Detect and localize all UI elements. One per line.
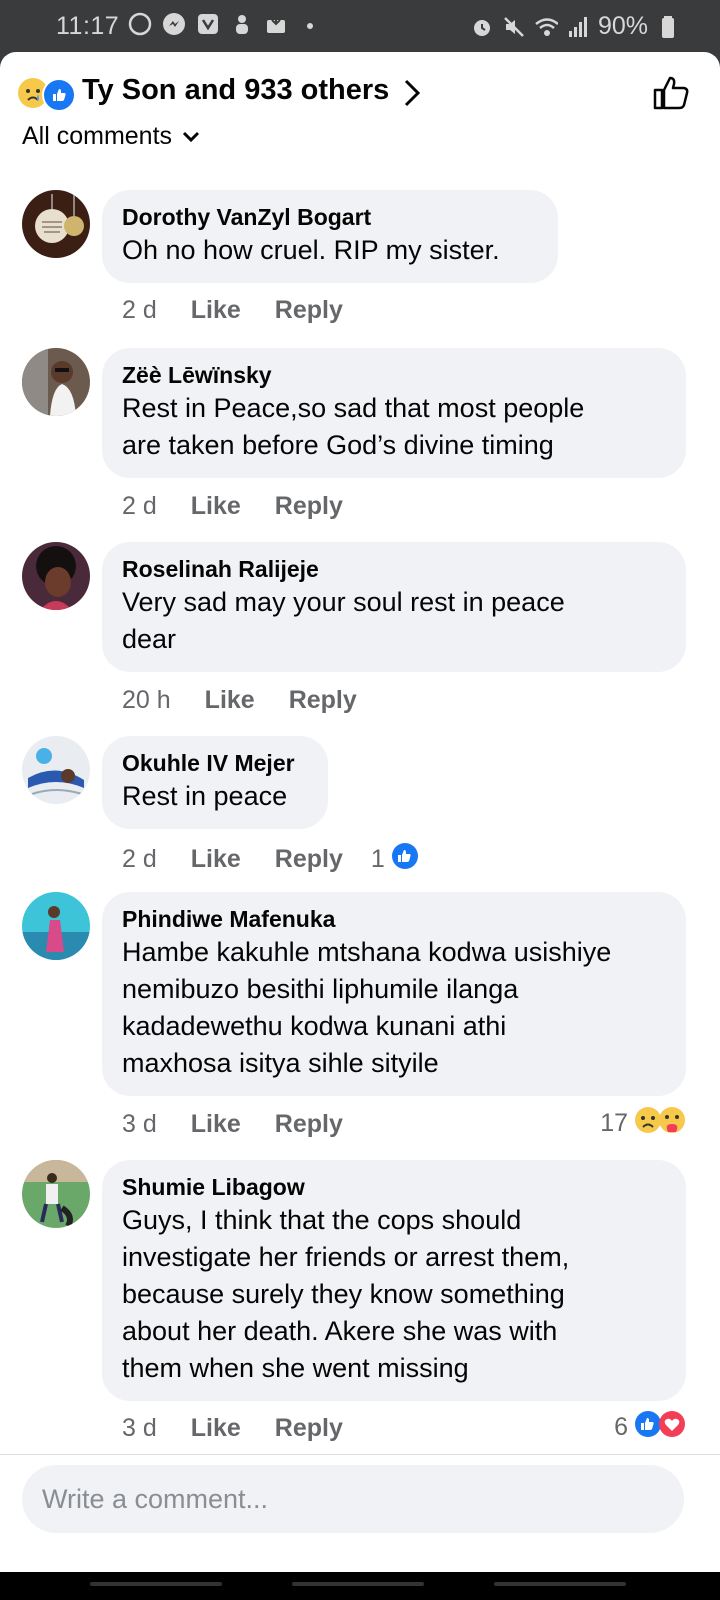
commenter-name[interactable]: Phindiwe Mafenuka <box>122 904 666 934</box>
like-reaction-icon <box>391 842 419 877</box>
comment-time[interactable]: 3 d <box>122 1414 157 1443</box>
like-button[interactable]: Like <box>191 1110 241 1139</box>
wifi-icon <box>534 15 558 39</box>
like-button[interactable]: Like <box>191 845 241 874</box>
like-button[interactable]: Like <box>191 296 241 325</box>
messenger-icon <box>162 12 186 36</box>
commenter-name[interactable]: Okuhle IV Mejer <box>122 748 308 778</box>
comment-bubble[interactable]: Roselinah Ralijeje Very sad may your sou… <box>102 542 686 672</box>
battery-icon <box>656 15 680 39</box>
whatsapp-icon <box>128 12 152 36</box>
reaction-count: 17 <box>600 1109 628 1137</box>
reply-button[interactable]: Reply <box>275 296 343 325</box>
comment-actions: 3 d Like Reply <box>122 1414 343 1443</box>
comment-bubble[interactable]: Dorothy VanZyl Bogart Oh no how cruel. R… <box>102 190 558 283</box>
avatar[interactable] <box>22 348 90 416</box>
comment-bubble[interactable]: Zëè Lēwïnsky Rest in Peace,so sad that m… <box>102 348 686 478</box>
reply-button[interactable]: Reply <box>275 845 343 874</box>
like-button[interactable]: Like <box>191 492 241 521</box>
status-time: 11:17 <box>56 12 120 40</box>
chevron-right-icon[interactable] <box>402 78 424 113</box>
system-indicators: 90% <box>470 12 680 41</box>
comment-bubble[interactable]: Phindiwe Mafenuka Hambe kakuhle mtshana … <box>102 892 686 1096</box>
dot-icon <box>298 12 322 36</box>
comments-sheet: Ty Son and 933 others All comments Dorot… <box>0 52 720 1572</box>
comment-time[interactable]: 2 d <box>122 845 157 874</box>
avatar[interactable] <box>22 190 90 258</box>
reaction-count: 6 <box>614 1413 628 1441</box>
comment-actions: 2 d Like Reply 1 <box>122 842 419 877</box>
avatar[interactable] <box>22 736 90 804</box>
sort-label: All comments <box>22 126 173 150</box>
comment-bubble[interactable]: Okuhle IV Mejer Rest in peace <box>102 736 328 829</box>
nav-recents-button[interactable] <box>90 1582 222 1586</box>
signal-icon <box>566 15 590 39</box>
reply-button[interactable]: Reply <box>275 1414 343 1443</box>
comment-text: Oh no how cruel. RIP my sister. <box>122 235 500 265</box>
comment-text: Rest in peace <box>122 781 288 811</box>
alarm-icon <box>470 15 494 39</box>
app-icon <box>196 12 220 36</box>
system-nav-bar <box>0 1572 720 1600</box>
comment-actions: 2 d Like Reply <box>122 492 343 521</box>
status-bar: 11:17 90% <box>0 0 720 52</box>
comment-bubble[interactable]: Shumie Libagow Guys, I think that the co… <box>102 1160 686 1401</box>
mute-icon <box>502 15 526 39</box>
comment-reactions[interactable]: 17 <box>600 1106 686 1141</box>
comment-actions: 2 d Like Reply <box>122 296 343 325</box>
comment-time[interactable]: 20 h <box>122 686 171 715</box>
battery-percent: 90% <box>597 12 648 40</box>
comment-actions: 3 d Like Reply <box>122 1110 343 1139</box>
comment-input[interactable] <box>22 1465 684 1533</box>
like-button[interactable]: Like <box>205 686 255 715</box>
reply-button[interactable]: Reply <box>289 686 357 715</box>
comment-reactions[interactable]: 1 <box>371 842 419 877</box>
nav-back-button[interactable] <box>494 1582 626 1586</box>
reactors-title[interactable]: Ty Son and 933 others <box>82 74 389 107</box>
comment-text: Very sad may your soul rest in peace dea… <box>122 587 565 654</box>
care-reaction-icon <box>658 1106 686 1141</box>
download-icon <box>264 12 288 36</box>
comment-composer <box>0 1454 720 1572</box>
avatar[interactable] <box>22 892 90 960</box>
comment-actions: 20 h Like Reply <box>122 686 357 715</box>
avatar[interactable] <box>22 542 90 610</box>
nav-home-button[interactable] <box>292 1582 424 1586</box>
reply-button[interactable]: Reply <box>275 1110 343 1139</box>
comment-time[interactable]: 3 d <box>122 1110 157 1139</box>
comment-text: Hambe kakuhle mtshana kodwa usishiye nem… <box>122 937 612 1078</box>
reaction-count: 1 <box>370 845 385 873</box>
comment-text: Rest in Peace,so sad that most people ar… <box>122 393 585 460</box>
avatar[interactable] <box>22 1160 90 1228</box>
thumbs-up-icon[interactable] <box>652 74 690 117</box>
like-reaction-icon <box>42 78 76 112</box>
person-icon <box>230 12 254 36</box>
reaction-summary[interactable] <box>18 78 76 112</box>
comment-reactions[interactable]: 6 <box>614 1410 686 1445</box>
reply-button[interactable]: Reply <box>275 492 343 521</box>
sheet-header: Ty Son and 933 others <box>0 52 720 132</box>
notification-icons <box>128 12 322 36</box>
commenter-name[interactable]: Dorothy VanZyl Bogart <box>122 202 538 232</box>
commenter-name[interactable]: Roselinah Ralijeje <box>122 554 666 584</box>
comment-time[interactable]: 2 d <box>122 492 157 521</box>
like-button[interactable]: Like <box>191 1414 241 1443</box>
love-reaction-icon <box>658 1410 686 1445</box>
commenter-name[interactable]: Shumie Libagow <box>122 1172 666 1202</box>
comment-sort-dropdown[interactable]: All comments <box>22 126 200 156</box>
commenter-name[interactable]: Zëè Lēwïnsky <box>122 360 666 390</box>
chevron-down-icon <box>182 126 200 151</box>
comment-text: Guys, I think that the cops should inves… <box>122 1205 570 1383</box>
comment-time[interactable]: 2 d <box>122 296 157 325</box>
